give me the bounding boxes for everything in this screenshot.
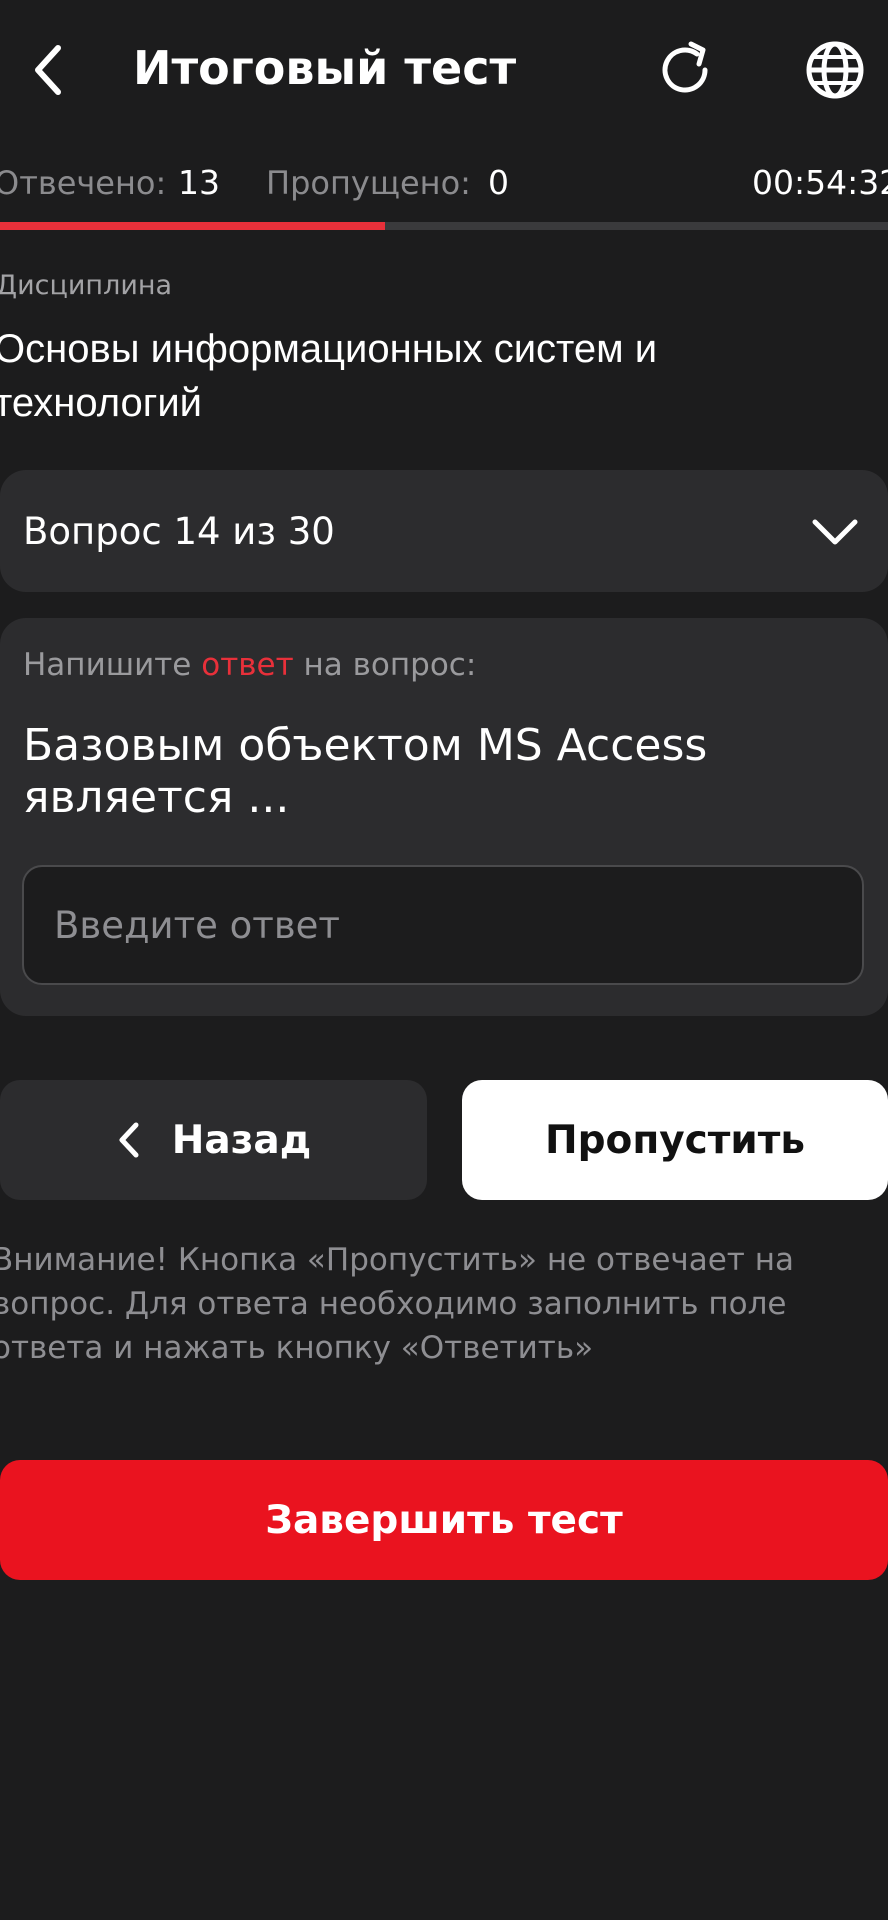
- back-question-button[interactable]: Назад: [0, 1080, 427, 1200]
- answered-count: 13: [178, 163, 220, 202]
- prompt-text-after: на вопрос:: [293, 647, 477, 683]
- discipline-label: Дисциплина: [0, 270, 173, 301]
- progress-bar: [0, 222, 888, 230]
- back-question-label: Назад: [171, 1117, 312, 1163]
- skipped-label: Пропущено:: [266, 164, 471, 202]
- chevron-left-icon: [35, 45, 61, 95]
- question-text: Базовым объектом MS Access является ...: [23, 720, 708, 823]
- skip-button[interactable]: Пропустить: [462, 1080, 888, 1200]
- skip-label: Пропустить: [544, 1117, 806, 1163]
- refresh-icon: [662, 41, 708, 93]
- prompt-text-before: Напишите: [23, 647, 202, 683]
- refresh-button[interactable]: [645, 30, 725, 110]
- back-button[interactable]: [18, 30, 78, 110]
- progress-fill: [0, 222, 385, 230]
- question-selector-toggle[interactable]: [800, 502, 870, 562]
- answered-label: Отвечено:: [0, 164, 167, 202]
- language-button[interactable]: [795, 30, 875, 110]
- discipline-name: Основы информационных систем и технологи…: [0, 327, 658, 425]
- timer: 00:54:32: [752, 163, 888, 202]
- finish-test-label: Завершить тест: [265, 1497, 623, 1543]
- answer-input[interactable]: [22, 865, 864, 985]
- prompt-accent: ответ: [201, 647, 294, 683]
- finish-test-button[interactable]: Завершить тест: [0, 1460, 888, 1580]
- page-title: Итоговый тест: [133, 41, 517, 95]
- chevron-left-icon: [119, 1122, 139, 1158]
- chevron-down-icon: [812, 519, 858, 545]
- skipped-count: 0: [488, 163, 509, 202]
- skip-notice: Внимание! Кнопка «Пропустить» не отвечае…: [0, 1242, 794, 1366]
- globe-icon: [806, 41, 864, 99]
- question-prompt: Напишите ответ на вопрос:: [23, 645, 476, 685]
- question-number: Вопрос 14 из 30: [23, 510, 335, 553]
